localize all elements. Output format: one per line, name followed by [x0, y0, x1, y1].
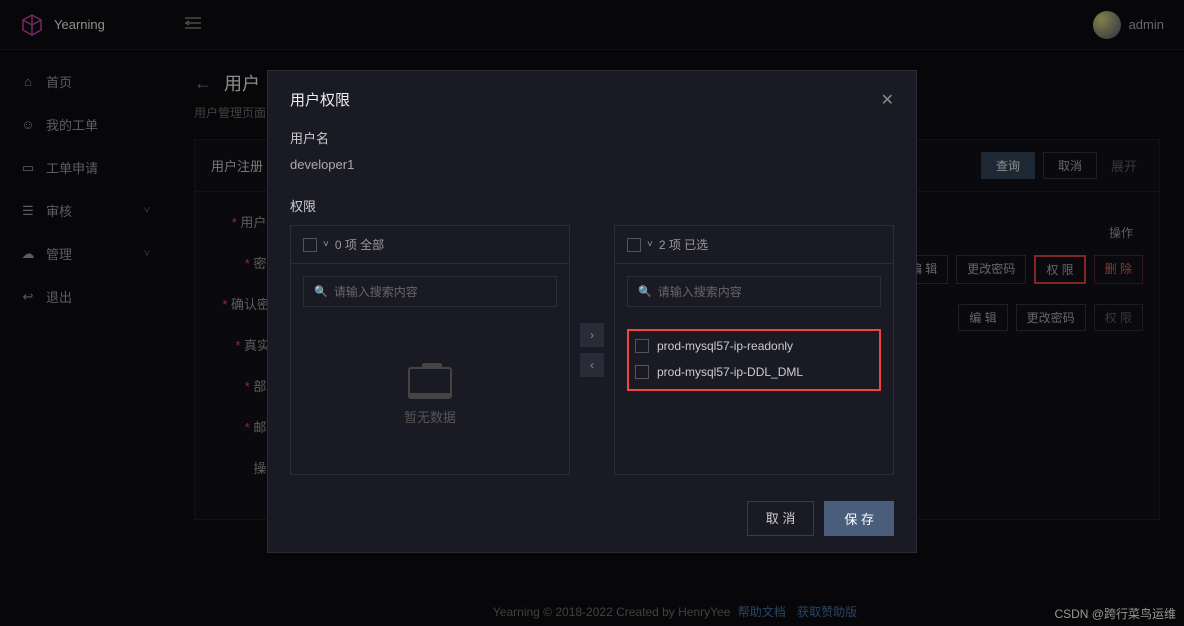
transfer-source-panel: ˅ 0 项 全部 🔍 请输入搜索内容 暂无数据: [290, 225, 570, 475]
item-checkbox[interactable]: [635, 339, 649, 353]
watermark: CSDN @跨行菜鸟运维: [1054, 605, 1176, 622]
select-all-checkbox[interactable]: [303, 238, 317, 252]
target-search[interactable]: 🔍 请输入搜索内容: [627, 276, 881, 307]
user-value: developer1: [290, 157, 894, 172]
transfer-left-button[interactable]: ‹: [580, 353, 604, 377]
search-placeholder: 请输入搜索内容: [658, 283, 742, 300]
source-header: 0 项 全部: [335, 236, 384, 253]
close-icon[interactable]: ✕: [881, 90, 894, 110]
user-label: 用户名: [290, 128, 894, 147]
perm-label: 权限: [290, 196, 894, 215]
select-all-checkbox[interactable]: [627, 238, 641, 252]
search-icon: 🔍: [314, 285, 328, 298]
perm-item-label: prod-mysql57-ip-DDL_DML: [657, 365, 803, 379]
search-icon: 🔍: [638, 285, 652, 298]
user-permission-modal: 用户权限 ✕ 用户名 developer1 权限 ˅ 0 项 全部 🔍 请输入搜…: [267, 70, 917, 553]
chevron-down-icon[interactable]: ˅: [647, 239, 653, 250]
target-header: 2 项 已选: [659, 236, 708, 253]
modal-save-button[interactable]: 保 存: [824, 501, 894, 536]
empty-icon: [408, 367, 452, 399]
transfer-right-button[interactable]: ›: [580, 323, 604, 347]
modal-overlay: 用户权限 ✕ 用户名 developer1 权限 ˅ 0 项 全部 🔍 请输入搜…: [0, 0, 1184, 626]
empty-text: 暂无数据: [404, 407, 456, 426]
item-checkbox[interactable]: [635, 365, 649, 379]
transfer-target-panel: ˅ 2 项 已选 🔍 请输入搜索内容 prod-mysql57-ip-reado…: [614, 225, 894, 475]
perm-item[interactable]: prod-mysql57-ip-readonly: [631, 333, 877, 359]
modal-cancel-button[interactable]: 取 消: [747, 501, 815, 536]
search-placeholder: 请输入搜索内容: [334, 283, 418, 300]
chevron-down-icon[interactable]: ˅: [323, 239, 329, 250]
source-search[interactable]: 🔍 请输入搜索内容: [303, 276, 557, 307]
modal-title: 用户权限: [290, 89, 350, 110]
perm-item-label: prod-mysql57-ip-readonly: [657, 339, 793, 353]
perm-item[interactable]: prod-mysql57-ip-DDL_DML: [631, 359, 877, 385]
